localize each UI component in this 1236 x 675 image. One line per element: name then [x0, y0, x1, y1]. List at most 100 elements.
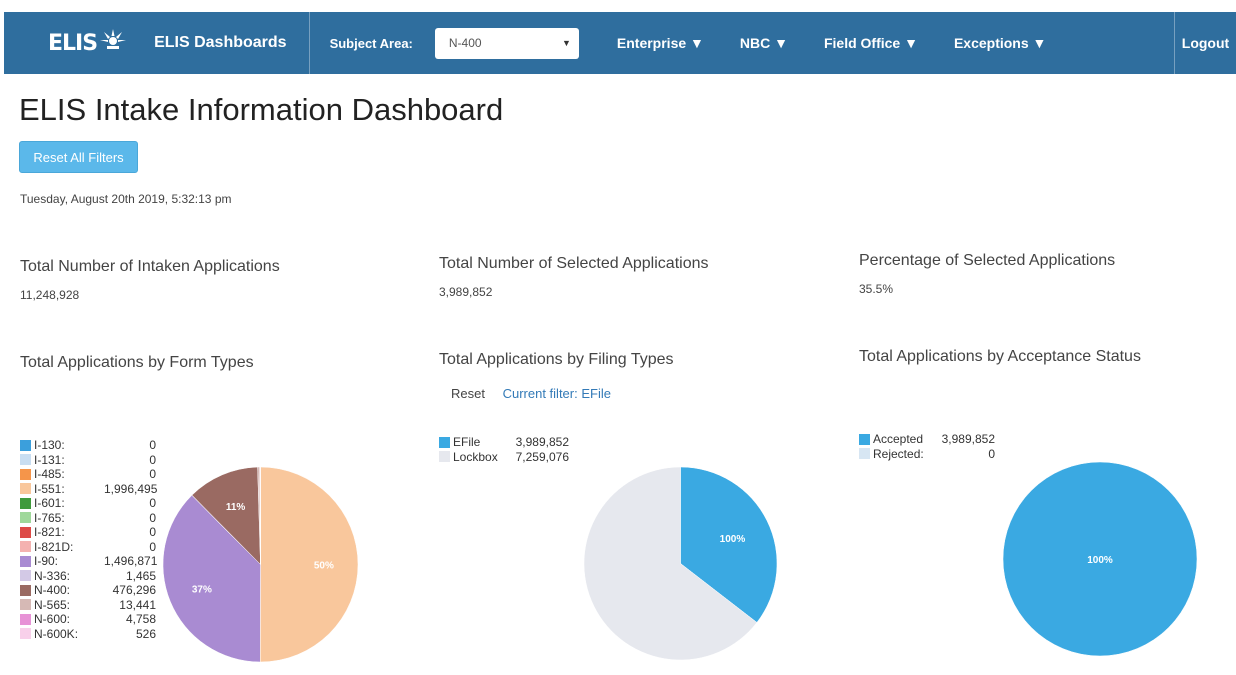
legend-item[interactable]: N-336: 1,465: [20, 569, 156, 584]
legend-value: 4,758: [125, 612, 156, 627]
legend-item[interactable]: I-485: 0: [20, 467, 156, 482]
statue-icon: [98, 27, 128, 59]
legend-swatch: [20, 555, 31, 567]
legend-value: 526: [135, 626, 156, 641]
legend-item[interactable]: I-821D: 0: [20, 540, 156, 555]
reset-all-filters-button[interactable]: Reset All Filters: [19, 141, 138, 173]
legend-label: N-336:: [34, 568, 71, 583]
legend-label: Lockbox: [453, 449, 498, 464]
subject-area-value: N-400: [448, 36, 482, 50]
filing-types-legend: EFile 3,989,852 Lockbox 7,259,076: [439, 435, 569, 464]
legend-swatch: [20, 570, 31, 582]
legend-value: 3,989,852: [515, 435, 569, 450]
legend-label: I-601:: [34, 496, 65, 511]
legend-swatch: [20, 584, 31, 596]
menu-nbc[interactable]: NBC ▼: [740, 35, 788, 51]
current-filter: Current filter: EFile: [503, 386, 611, 401]
legend-label: Rejected:: [873, 446, 924, 461]
legend-item[interactable]: I-551: 1,996,495: [20, 481, 158, 497]
subject-area-select[interactable]: N-400 ▼: [434, 27, 579, 59]
logo-text: ELIS: [48, 30, 98, 56]
legend-value: 1,496,871: [104, 554, 158, 569]
legend-item[interactable]: I-131: 0: [20, 453, 156, 468]
legend-item[interactable]: N-565: 13,441: [20, 598, 156, 613]
legend-swatch: [20, 628, 31, 640]
top-margin: [0, 0, 1236, 12]
filing-filter-bar: Reset Current filter: EFile: [451, 386, 625, 401]
legend-swatch: [439, 451, 450, 463]
menu-enterprise[interactable]: Enterprise ▼: [617, 35, 704, 51]
kpi-selected-value: 3,989,852: [439, 285, 493, 299]
legend-value: 0: [149, 467, 156, 482]
legend-label: I-90:: [34, 554, 59, 569]
legend-item[interactable]: EFile 3,989,852: [439, 435, 569, 450]
legend-item[interactable]: Rejected: 0: [859, 447, 995, 462]
legend-item[interactable]: N-600: 4,758: [20, 612, 156, 627]
current-filter-value: EFile: [581, 386, 611, 401]
legend-value: 476,296: [112, 583, 156, 598]
legend-label: I-131:: [34, 452, 65, 467]
legend-swatch: [20, 468, 31, 480]
pie-slice-label: 100%: [1087, 555, 1113, 566]
menu-exceptions[interactable]: Exceptions ▼: [954, 35, 1046, 51]
kpi-intaken-label: Total Number of Intaken Applications: [20, 258, 280, 275]
subject-area: Subject Area: N-400 ▼: [310, 12, 579, 74]
legend-label: N-565:: [34, 597, 71, 612]
legend-item[interactable]: I-90: 1,496,871: [20, 554, 158, 569]
legend-item[interactable]: N-400: 476,296: [20, 583, 156, 598]
kpi-percentage-value: 35.5%: [859, 282, 894, 296]
dashboards-title[interactable]: ELIS Dashboards: [154, 34, 286, 52]
form-types-chart-title: Total Applications by Form Types: [20, 354, 254, 371]
pie-slice-label: 11%: [226, 502, 246, 513]
legend-item[interactable]: N-600K: 526: [20, 627, 156, 642]
acceptance-chart-title: Total Applications by Acceptance Status: [859, 348, 1141, 365]
menu-field-office[interactable]: Field Office ▼: [824, 35, 918, 51]
form-types-pie-chart: 50% 37% 11%: [162, 466, 359, 663]
nav-menu: Enterprise ▼ NBC ▼ Field Office ▼ Except…: [617, 12, 1083, 74]
legend-value: 1,996,495: [104, 481, 158, 496]
legend-value: 3,989,852: [941, 432, 995, 447]
legend-label: N-600:: [34, 612, 71, 627]
legend-swatch: [20, 599, 31, 611]
kpi-percentage-label: Percentage of Selected Applications: [859, 252, 1116, 269]
brand[interactable]: ELIS ELIS Dashboards: [4, 12, 310, 74]
filing-reset-link[interactable]: Reset: [451, 386, 485, 401]
legend-swatch: [20, 526, 31, 538]
legend-swatch: [20, 541, 31, 553]
legend-label: N-400:: [34, 583, 71, 598]
legend-value: 0: [149, 452, 156, 467]
legend-value: 0: [149, 438, 156, 453]
legend-item[interactable]: I-765: 0: [20, 511, 156, 526]
legend-label: I-551:: [34, 481, 65, 496]
top-navbar: ELIS ELIS Dashboards Subject Area: N-400…: [4, 12, 1236, 74]
legend-swatch: [20, 439, 31, 451]
filing-types-pie-chart: 100%: [583, 466, 778, 661]
legend-swatch: [439, 436, 450, 448]
legend-value: 7,259,076: [515, 449, 569, 464]
elis-logo[interactable]: ELIS: [48, 27, 128, 59]
logout-button[interactable]: Logout: [1174, 12, 1236, 74]
pie-slice-label: 100%: [720, 534, 746, 545]
legend-item[interactable]: I-601: 0: [20, 496, 156, 511]
legend-value: 1,465: [125, 568, 156, 583]
legend-item[interactable]: I-130: 0: [20, 438, 156, 453]
legend-swatch: [20, 497, 31, 509]
legend-label: EFile: [453, 435, 481, 450]
legend-value: 0: [149, 539, 156, 554]
legend-label: I-821:: [34, 525, 65, 540]
legend-value: 0: [149, 510, 156, 525]
legend-item[interactable]: Lockbox 7,259,076: [439, 450, 569, 465]
legend-label: I-130:: [34, 438, 65, 453]
legend-swatch: [20, 483, 31, 495]
page-title: ELIS Intake Information Dashboard: [19, 92, 504, 127]
legend-item[interactable]: Accepted 3,989,852: [859, 432, 995, 447]
acceptance-legend: Accepted 3,989,852 Rejected: 0: [859, 432, 995, 461]
legend-item[interactable]: I-821: 0: [20, 525, 156, 540]
acceptance-pie-chart: 100%: [1002, 461, 1198, 657]
pie-slice-label: 50%: [314, 561, 334, 572]
legend-value: 0: [988, 446, 995, 461]
pie-slice[interactable]: [260, 466, 359, 663]
legend-value: 0: [149, 496, 156, 511]
legend-value: 0: [149, 525, 156, 540]
legend-label: Accepted: [873, 432, 924, 447]
